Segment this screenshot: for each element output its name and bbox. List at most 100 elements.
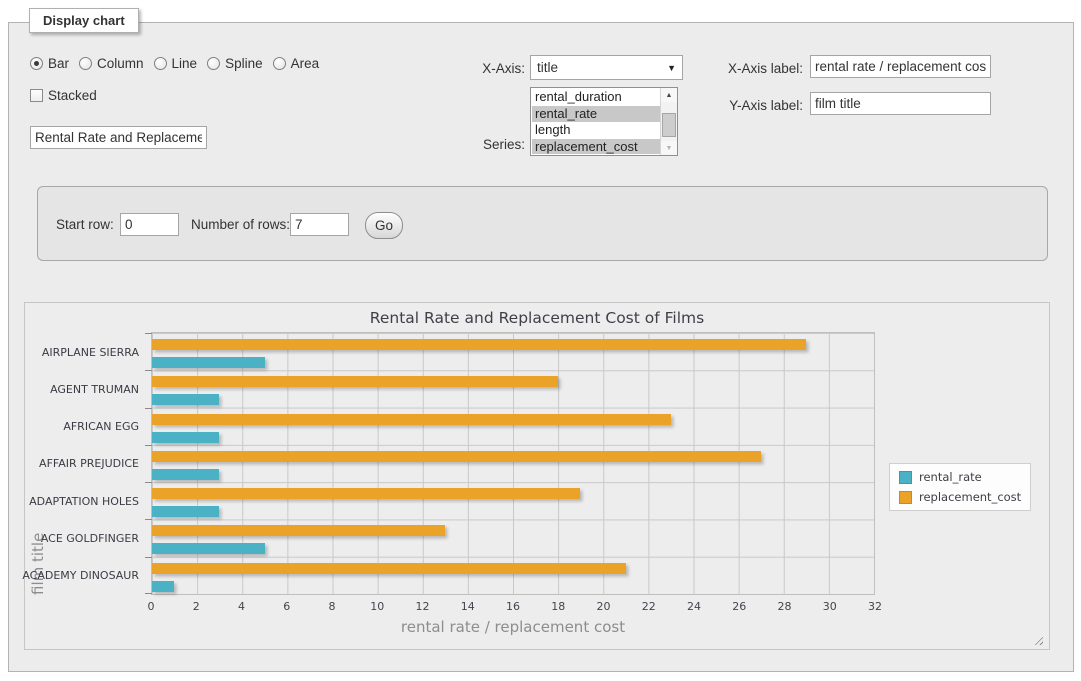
number-of-rows-label: Number of rows:: [191, 217, 290, 232]
radio-label: Area: [291, 56, 320, 71]
bar-rental_rate: [152, 581, 174, 592]
series-option-length[interactable]: length: [532, 122, 660, 139]
category-label: AFFAIR PREJUDICE: [39, 458, 139, 471]
bar-rental_rate: [152, 543, 265, 554]
x-tick-label: 14: [461, 600, 475, 613]
chart-title: Rental Rate and Replacement Cost of Film…: [25, 309, 1049, 327]
category-label: ACADEMY DINOSAUR: [22, 569, 139, 582]
x-tick-label: 12: [416, 600, 430, 613]
x-tick-label: 32: [868, 600, 882, 613]
y-tick-mark: [145, 519, 152, 520]
stacked-checkbox[interactable]: [30, 89, 43, 102]
legend-item-replacement_cost: replacement_cost: [899, 490, 1021, 504]
y-tick-mark: [145, 557, 152, 558]
chart-type-option-spline[interactable]: Spline: [207, 56, 263, 71]
legend-swatch-icon: [899, 491, 912, 504]
category-row: AIRPLANE SIERRA: [152, 333, 874, 370]
legend-swatch-icon: [899, 471, 912, 484]
category-row: AFFAIR PREJUDICE: [152, 445, 874, 482]
series-option-rental_duration[interactable]: rental_duration: [532, 89, 660, 106]
y-tick-mark: [145, 333, 152, 334]
chart-title-input[interactable]: [30, 126, 207, 149]
bar-replacement_cost: [152, 339, 806, 350]
legend-label: replacement_cost: [919, 490, 1021, 504]
scrollbar-thumb[interactable]: [662, 113, 676, 137]
x-tick-label: 24: [687, 600, 701, 613]
radio-icon[interactable]: [207, 57, 220, 70]
bar-replacement_cost: [152, 414, 671, 425]
x-axis-select-label: X-Axis:: [400, 61, 525, 76]
bar-rental_rate: [152, 394, 219, 405]
chart-type-radios: Bar Column Line Spline Area: [30, 56, 319, 71]
series-select-label: Series:: [400, 137, 525, 152]
category-label: AFRICAN EGG: [63, 420, 139, 433]
start-row-input[interactable]: [120, 213, 179, 236]
legend-item-rental_rate: rental_rate: [899, 470, 1021, 484]
category-row: AGENT TRUMAN: [152, 370, 874, 407]
x-tick-label: 10: [370, 600, 384, 613]
radio-icon[interactable]: [79, 57, 92, 70]
x-tick-label: 30: [823, 600, 837, 613]
x-tick-label: 2: [193, 600, 200, 613]
bar-rental_rate: [152, 357, 265, 368]
series-option-rental_rate[interactable]: rental_rate: [532, 106, 660, 123]
x-tick-label: 0: [148, 600, 155, 613]
chart-type-option-column[interactable]: Column: [79, 56, 144, 71]
y-tick-mark: [145, 593, 152, 594]
x-tick-label: 16: [506, 600, 520, 613]
x-tick-label: 26: [732, 600, 746, 613]
category-label: ACE GOLDFINGER: [41, 532, 139, 545]
radio-icon[interactable]: [273, 57, 286, 70]
series-option-replacement_cost[interactable]: replacement_cost: [532, 139, 660, 155]
radio-label: Bar: [48, 56, 69, 71]
panel-title: Display chart: [29, 8, 139, 33]
y-tick-mark: [145, 482, 152, 483]
y-tick-mark: [145, 370, 152, 371]
bar-rental_rate: [152, 506, 219, 517]
go-button[interactable]: Go: [365, 212, 403, 239]
bar-replacement_cost: [152, 451, 761, 462]
bar-replacement_cost: [152, 525, 445, 536]
x-tick-label: 6: [283, 600, 290, 613]
row-controls-panel: Start row: Number of rows: Go: [37, 186, 1048, 261]
y-axis-label-label: Y-Axis label:: [650, 98, 803, 113]
x-tick-label: 4: [238, 600, 245, 613]
x-axis-ticks: 02468101214161820222426283032: [151, 600, 875, 614]
scroll-down-icon[interactable]: ▼: [661, 141, 677, 155]
x-tick-label: 18: [551, 600, 565, 613]
stacked-checkbox-row[interactable]: Stacked: [30, 88, 97, 103]
series-options: rental_durationrental_ratelengthreplacem…: [532, 89, 660, 154]
x-axis-select-value: title: [537, 60, 558, 75]
y-tick-mark: [145, 445, 152, 446]
chart-legend: rental_rate replacement_cost: [889, 463, 1031, 511]
category-row: ACADEMY DINOSAUR: [152, 557, 874, 594]
y-tick-mark: [145, 408, 152, 409]
chart-type-option-bar[interactable]: Bar: [30, 56, 69, 71]
category-label: AGENT TRUMAN: [50, 383, 139, 396]
x-tick-label: 8: [329, 600, 336, 613]
resize-grip-icon[interactable]: [1032, 634, 1043, 645]
radio-icon[interactable]: [30, 57, 43, 70]
chart-type-option-line[interactable]: Line: [154, 56, 198, 71]
bar-replacement_cost: [152, 376, 558, 387]
legend-label: rental_rate: [919, 470, 982, 484]
y-axis-label-input[interactable]: [810, 92, 991, 115]
stacked-label: Stacked: [48, 88, 97, 103]
x-axis-label-input[interactable]: [810, 55, 991, 78]
bar-replacement_cost: [152, 563, 626, 574]
number-of-rows-input[interactable]: [290, 213, 349, 236]
chart-type-option-area[interactable]: Area: [273, 56, 320, 71]
bar-replacement_cost: [152, 488, 580, 499]
radio-label: Line: [172, 56, 198, 71]
bar-rental_rate: [152, 469, 219, 480]
radio-icon[interactable]: [154, 57, 167, 70]
bar-rental_rate: [152, 432, 219, 443]
x-axis-title: rental rate / replacement cost: [151, 618, 875, 636]
chart-container: Rental Rate and Replacement Cost of Film…: [24, 302, 1050, 650]
x-axis-label-label: X-Axis label:: [650, 61, 803, 76]
x-tick-label: 22: [642, 600, 656, 613]
category-row: AFRICAN EGG: [152, 408, 874, 445]
category-label: ADAPTATION HOLES: [29, 495, 139, 508]
x-tick-label: 20: [597, 600, 611, 613]
category-row: ACE GOLDFINGER: [152, 519, 874, 556]
